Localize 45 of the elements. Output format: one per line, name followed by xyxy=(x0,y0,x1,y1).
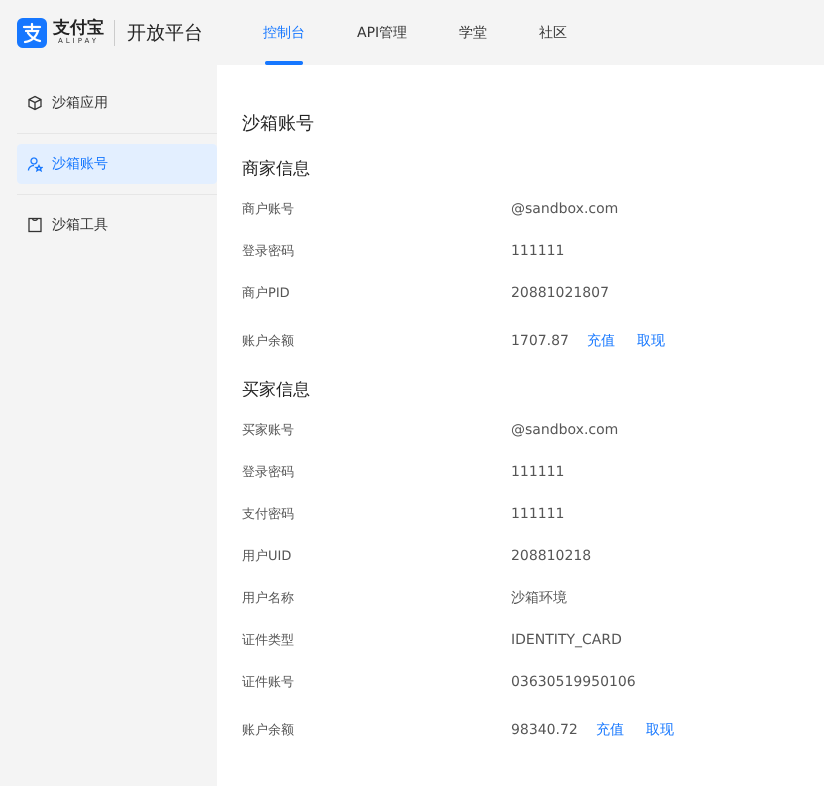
field-value: 沙箱环境 xyxy=(511,589,567,607)
field-value: @sandbox.com xyxy=(511,422,618,438)
field-value: 03630519950106 xyxy=(511,674,636,690)
sidebar-item[interactable]: 沙箱工具 xyxy=(17,205,217,245)
field-label: 证件账号 xyxy=(242,674,295,691)
cube-icon xyxy=(27,95,43,111)
bag-icon xyxy=(27,217,43,233)
user-icon xyxy=(27,156,43,172)
field-value: @sandbox.com xyxy=(511,201,618,217)
field-label: 登录密码 xyxy=(242,243,295,260)
field-label: 账户余额 xyxy=(242,333,295,350)
field-label: 登录密码 xyxy=(242,464,295,481)
action-link[interactable]: 充值 xyxy=(596,721,624,739)
field-label: 商户账号 xyxy=(242,201,295,218)
balance-value: 98340.72 xyxy=(511,722,578,738)
sidebar-item-label: 沙箱账号 xyxy=(52,155,108,173)
field-label: 用户名称 xyxy=(242,590,295,607)
sidebar-item-label: 沙箱工具 xyxy=(52,216,108,234)
field-label: 商户PID xyxy=(242,285,291,302)
field-value: 111111 xyxy=(511,506,564,522)
page-title: 沙箱账号 xyxy=(242,112,315,135)
action-link[interactable]: 充值 xyxy=(586,332,615,350)
section-title: 商家信息 xyxy=(242,158,311,180)
section-title: 买家信息 xyxy=(242,379,311,401)
field-value: 208810218 xyxy=(511,548,592,564)
field-label: 证件类型 xyxy=(242,632,295,649)
balance-value: 1707.87 xyxy=(511,333,569,349)
field-label: 支付密码 xyxy=(242,506,295,523)
sidebar-item[interactable]: 沙箱应用 xyxy=(17,83,217,123)
sidebar-item[interactable]: 沙箱账号 xyxy=(17,144,217,184)
action-link[interactable]: 取现 xyxy=(646,721,674,739)
brand-name: 支付宝 xyxy=(53,19,104,37)
alipay-logo-icon xyxy=(17,18,47,48)
nav-tab[interactable]: API管理 xyxy=(357,0,408,65)
field-label: 买家账号 xyxy=(242,422,295,439)
field-label: 账户余额 xyxy=(242,722,295,739)
field-label: 用户UID xyxy=(242,548,292,565)
action-link[interactable]: 取现 xyxy=(636,332,665,350)
field-value: 111111 xyxy=(511,464,564,480)
field-value: 111111 xyxy=(511,243,564,259)
product-name: 开放平台 xyxy=(127,20,203,46)
field-value: 20881021807 xyxy=(511,285,609,301)
nav-tab[interactable]: 控制台 xyxy=(263,0,305,65)
sidebar-item-label: 沙箱应用 xyxy=(52,94,108,112)
field-value: IDENTITY_CARD xyxy=(511,632,622,648)
